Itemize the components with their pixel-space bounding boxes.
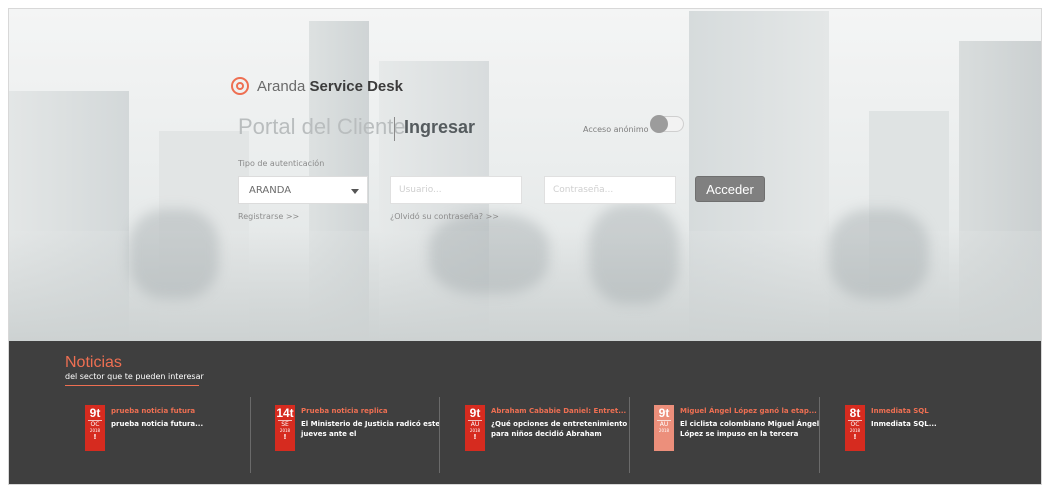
brand-product: Service Desk [309, 77, 403, 95]
forgot-password-link[interactable]: ¿Olvidó su contraseña? >> [390, 212, 499, 221]
news-subtitle: del sector que te pueden interesar [65, 372, 204, 381]
news-divider [629, 397, 630, 473]
news-item-text: El Ministerio de Justicia radicó este ju… [301, 420, 441, 438]
badge-month: SE [278, 420, 292, 428]
brand-prefix: Aranda [257, 77, 306, 95]
password-input[interactable] [544, 176, 676, 204]
page-frame: Aranda Service Desk Portal del Cliente I… [8, 8, 1042, 485]
news-item-text: ¿Qué opciones de entretenimiento para ni… [491, 420, 628, 438]
badge-month: AU [657, 420, 671, 428]
username-input[interactable] [390, 176, 522, 204]
news-item[interactable]: 9t AU 2018 ! Abraham Cababie Daniel: Ent… [465, 405, 643, 455]
badge-month: OC [848, 420, 862, 428]
anonymous-access-label: Acceso anónimo [583, 125, 649, 134]
badge-month: OC [88, 420, 102, 428]
date-badge: 9t AU 2018 [654, 405, 674, 451]
badge-year: 2018 [658, 428, 670, 433]
news-divider [819, 397, 820, 473]
title-divider [394, 117, 395, 141]
anonymous-access-toggle[interactable] [650, 115, 684, 133]
news-item-title[interactable]: Inmediata SQL [871, 407, 929, 415]
news-item[interactable]: 8t OC 2018 ! Inmediata SQL Inmediata SQL… [845, 405, 1023, 455]
alert-icon: ! [853, 433, 857, 441]
date-badge: 14t SE 2018 ! [275, 405, 295, 451]
news-divider [250, 397, 251, 473]
news-divider [439, 397, 440, 473]
badge-day: 8t [849, 406, 861, 420]
news-item-title[interactable]: Prueba noticia replica [301, 407, 388, 415]
aranda-logo-icon [231, 77, 249, 95]
alert-icon: ! [93, 433, 97, 441]
news-underline [65, 385, 199, 386]
date-badge: 8t OC 2018 ! [845, 405, 865, 451]
brand-name: Aranda Service Desk [257, 78, 403, 95]
news-item[interactable]: 14t SE 2018 ! Prueba noticia replica El … [275, 405, 453, 455]
news-item-text: prueba noticia futura... [111, 420, 204, 428]
auth-type-value: ARANDA [249, 185, 292, 196]
alert-icon: ! [283, 433, 287, 441]
news-item-title[interactable]: Miguel Ángel López ganó la etap... [680, 407, 817, 415]
news-item-title[interactable]: Abraham Cababie Daniel: Entret... [491, 407, 626, 415]
portal-title: Portal del Cliente [238, 114, 406, 139]
badge-day: 9t [89, 406, 101, 420]
badge-day: 14t [276, 406, 294, 420]
news-item[interactable]: 9t OC 2018 ! prueba noticia futura prueb… [85, 405, 263, 455]
hero-background: Aranda Service Desk Portal del Cliente I… [9, 9, 1041, 341]
news-item[interactable]: 9t AU 2018 Miguel Ángel López ganó la et… [654, 405, 832, 455]
date-badge: 9t AU 2018 ! [465, 405, 485, 451]
alert-icon: ! [473, 433, 477, 441]
news-item-title[interactable]: prueba noticia futura [111, 407, 195, 415]
brand-logo: Aranda Service Desk [231, 75, 403, 97]
login-heading: Ingresar [404, 117, 476, 137]
news-title: Noticias [65, 354, 122, 371]
auth-type-label: Tipo de autenticación [238, 159, 325, 168]
news-item-text: El ciclista colombiano Miguel Ángel Lópe… [680, 420, 820, 438]
badge-day: 9t [658, 406, 670, 420]
badge-month: AU [468, 420, 482, 428]
register-link[interactable]: Registrarse >> [238, 212, 299, 221]
chevron-down-icon [351, 189, 359, 194]
login-button[interactable]: Acceder [695, 176, 765, 202]
news-section: Noticias del sector que te pueden intere… [9, 341, 1041, 484]
toggle-knob [650, 115, 668, 133]
news-item-text: Inmediata SQL... [871, 420, 937, 428]
auth-type-select[interactable]: ARANDA [238, 176, 368, 204]
badge-day: 9t [469, 406, 481, 420]
date-badge: 9t OC 2018 ! [85, 405, 105, 451]
